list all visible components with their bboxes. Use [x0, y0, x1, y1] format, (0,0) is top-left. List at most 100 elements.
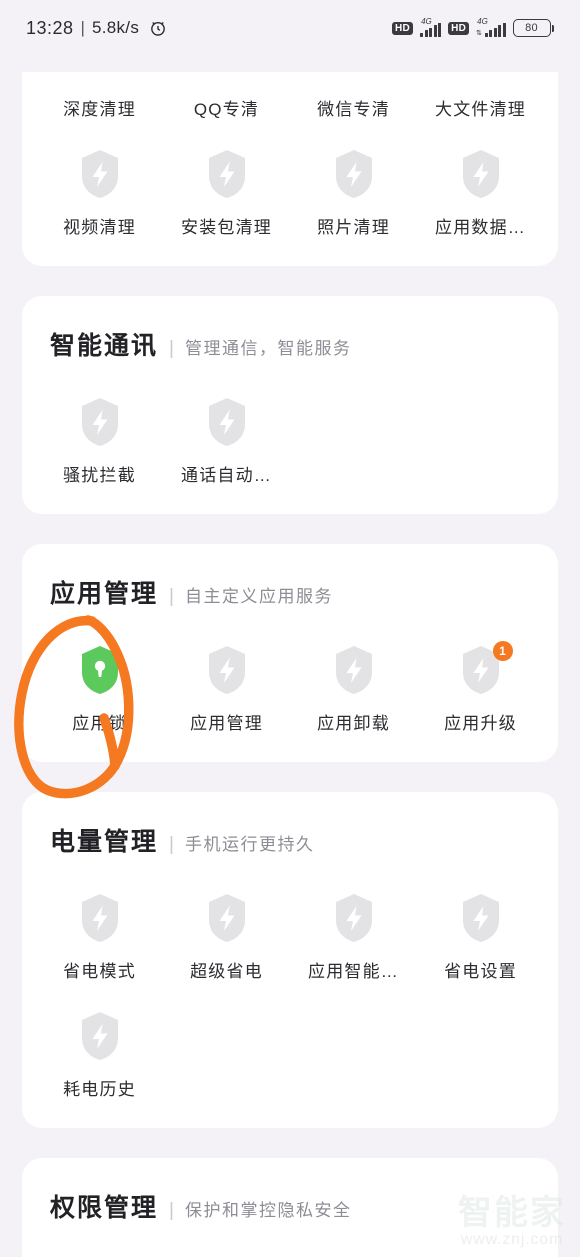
tile-row: 骚扰拦截 通话自动…: [22, 368, 558, 486]
shield-bolt-icon: 1: [458, 641, 513, 696]
shield-bolt-icon: [208, 894, 245, 942]
card-header: 应用管理 | 自主定义应用服务: [22, 544, 558, 616]
tile-应用管理[interactable]: 应用管理: [163, 626, 290, 734]
shield-bolt-icon: [81, 1012, 118, 1060]
shield-bolt-icon: [335, 646, 372, 694]
watermark-brand: 智能家: [458, 1194, 566, 1232]
tile-视频清理[interactable]: 视频清理: [36, 130, 163, 238]
tile-label: 骚扰拦截: [63, 466, 136, 485]
battery-cap: [551, 24, 554, 32]
tile-label: 通话自动…: [181, 466, 272, 485]
shield-bolt-icon: [204, 892, 250, 944]
tile-微信专清[interactable]: 微信专清: [290, 82, 417, 120]
tile-label: 应用锁: [72, 714, 127, 733]
shield-bolt-icon: [77, 396, 123, 448]
card-subtitle: 保护和掌控隐私安全: [184, 1201, 352, 1220]
tile-骚扰拦截[interactable]: 骚扰拦截: [36, 378, 163, 486]
tile-label: 耗电历史: [63, 1080, 136, 1099]
tile-row: 应用锁 应用管理 应用卸载 1 应用升级: [22, 616, 558, 734]
card-title: 电量管理: [50, 828, 159, 856]
tile-label: 超级省电: [190, 962, 263, 981]
hd-badge-sim2: HD: [448, 21, 470, 35]
tile-label: 应用智能…: [308, 962, 399, 981]
tile-应用卸载[interactable]: 应用卸载: [290, 626, 417, 734]
tile-row: 深度清理 QQ专清 微信专清 大文件清理: [22, 72, 558, 120]
shield-bolt-icon: [204, 644, 250, 696]
shield-bolt-icon: [208, 646, 245, 694]
shield-bolt-icon: [335, 150, 372, 198]
watermark-url: www.znj.com: [460, 1231, 564, 1248]
tile-省电设置[interactable]: 省电设置: [417, 874, 544, 982]
tile-label: 照片清理: [317, 218, 390, 237]
network-generation-sim1: 4G: [421, 16, 432, 26]
shield-lock-icon: [81, 646, 118, 694]
tile-大文件清理[interactable]: 大文件清理: [417, 82, 544, 120]
status-clock: 13:28: [26, 17, 74, 38]
shield-bolt-icon: [77, 892, 123, 944]
tile-label: 视频清理: [63, 218, 136, 237]
network-speed: 5.8k/s: [91, 18, 140, 37]
tile-label: 省电设置: [444, 962, 517, 981]
header-divider: |: [169, 338, 174, 359]
card-title: 智能通讯: [50, 332, 159, 360]
hd-badge-sim1: HD: [392, 21, 414, 35]
shield-bolt-icon: [81, 398, 118, 446]
shield-bolt-icon: [462, 894, 499, 942]
tile-label: 应用卸载: [317, 714, 390, 733]
card-header: 电量管理 | 手机运行更持久: [22, 792, 558, 864]
shield-bolt-icon: [331, 892, 377, 944]
header-divider: |: [169, 586, 174, 607]
card-battery-management: 电量管理 | 手机运行更持久 省电模式 超级省电 应用智能… 省电设置 耗电历史: [22, 792, 558, 1128]
shield-bolt-icon: [77, 1010, 123, 1062]
shield-bolt-icon: [81, 150, 118, 198]
header-divider: |: [169, 1200, 174, 1221]
status-bar-left: 13:28 | 5.8k/s: [26, 18, 168, 39]
card-header: 智能通讯 | 管理通信，智能服务: [22, 296, 558, 368]
header-divider: |: [169, 834, 174, 855]
tile-QQ专清[interactable]: QQ专清: [163, 82, 290, 120]
tile-label: 安装包清理: [181, 218, 272, 237]
tile-label: QQ专清: [193, 100, 260, 119]
tile-省电模式[interactable]: 省电模式: [36, 874, 163, 982]
status-bar: 13:28 | 5.8k/s HD 4G HD 4G ⇅ 80: [0, 0, 580, 56]
tile-row: 耗电历史: [22, 982, 558, 1100]
tile-应用智能…[interactable]: 应用智能…: [290, 874, 417, 982]
alarm-clock-icon: [148, 18, 168, 38]
shield-lock-icon: [77, 644, 123, 696]
tile-row: 视频清理 安装包清理 照片清理 应用数据…: [22, 120, 558, 238]
tile-通话自动…[interactable]: 通话自动…: [163, 378, 290, 486]
tile-应用数据…[interactable]: 应用数据…: [417, 130, 544, 238]
shield-bolt-icon: [208, 398, 245, 446]
status-separator: |: [80, 18, 85, 37]
tile-label: 深度清理: [63, 100, 136, 119]
update-count-badge: 1: [492, 641, 513, 661]
card-title: 权限管理: [50, 1194, 159, 1222]
watermark: 智能家 www.znj.com: [458, 1195, 566, 1249]
shield-bolt-icon: [81, 894, 118, 942]
signal-bars-sim1: 4G: [420, 16, 442, 37]
phone-screen: 13:28 | 5.8k/s HD 4G HD 4G ⇅ 80 深度清理 QQ专…: [0, 0, 580, 1257]
card-subtitle: 自主定义应用服务: [184, 587, 333, 606]
tile-label: 微信专清: [317, 100, 390, 119]
status-bar-right: HD 4G HD 4G ⇅ 80: [392, 16, 554, 37]
tile-耗电历史[interactable]: 耗电历史: [36, 992, 163, 1100]
tile-label: 省电模式: [63, 962, 136, 981]
card-subtitle: 管理通信，智能服务: [184, 339, 352, 358]
tile-应用升级[interactable]: 1 应用升级: [417, 626, 544, 734]
card-subtitle: 手机运行更持久: [184, 835, 315, 854]
tile-label: 应用管理: [190, 714, 263, 733]
shield-bolt-icon: [204, 396, 250, 448]
battery-indicator: 80: [512, 19, 554, 37]
data-transfer-arrows-icon: ⇅: [476, 29, 482, 37]
shield-bolt-icon: [77, 148, 123, 200]
tile-深度清理[interactable]: 深度清理: [36, 82, 163, 120]
tile-安装包清理[interactable]: 安装包清理: [163, 130, 290, 238]
tile-label: 大文件清理: [435, 100, 526, 119]
tile-照片清理[interactable]: 照片清理: [290, 130, 417, 238]
signal-bars-sim2: 4G ⇅: [476, 17, 506, 37]
tile-超级省电[interactable]: 超级省电: [163, 874, 290, 982]
tile-label: 应用升级: [444, 714, 517, 733]
settings-scroll-content[interactable]: 深度清理 QQ专清 微信专清 大文件清理 视频清理 安装包清理 照片清理 应用数…: [0, 56, 580, 1257]
tile-应用锁[interactable]: 应用锁: [36, 626, 163, 734]
card-title: 应用管理: [50, 580, 159, 608]
